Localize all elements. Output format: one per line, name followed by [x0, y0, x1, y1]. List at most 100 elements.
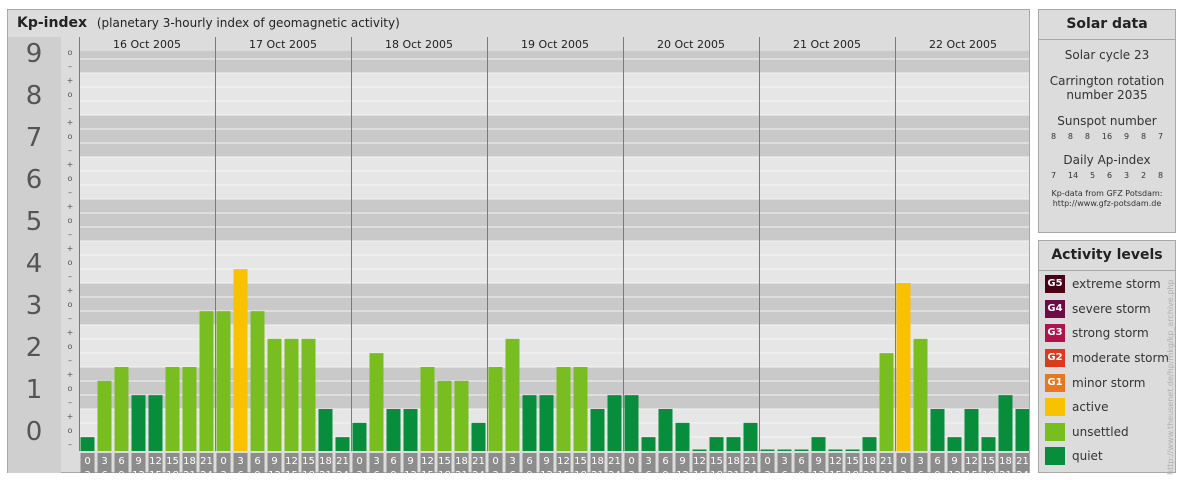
y-sub-mark: o [68, 132, 73, 141]
y-sub-mark: o [68, 90, 73, 99]
hour-start-label: 6 [390, 456, 396, 467]
hour-start-label: 9 [135, 456, 141, 467]
hour-start-label: 15 [574, 456, 587, 467]
kp-bar [369, 353, 384, 451]
hour-end-label: 3 [220, 470, 226, 473]
chart-title: Kp-index [17, 15, 87, 31]
hour-end-label: 6 [509, 470, 515, 473]
y-tick-label: 2 [26, 333, 43, 363]
sunspot-value: 8 [1050, 132, 1057, 141]
kp-bar [930, 409, 945, 451]
kp-bar [896, 283, 911, 451]
y-tick-label: 1 [26, 375, 43, 405]
kp-bar [981, 437, 996, 451]
hour-end-label: 24 [200, 470, 213, 473]
sunspot-value: 8 [1084, 132, 1090, 141]
kp-bar [760, 449, 775, 451]
hour-start-label: 12 [557, 456, 570, 467]
y-tick-label: 6 [26, 165, 43, 195]
hour-start-label: 0 [492, 456, 498, 467]
sunspot-label: Sunspot number [1057, 114, 1157, 128]
y-sub-mark: – [68, 146, 72, 155]
hour-start-label: 15 [166, 456, 179, 467]
hour-start-label: 0 [900, 456, 906, 467]
kp-bar [284, 338, 299, 451]
hour-end-label: 15 [829, 470, 842, 473]
hour-end-label: 21 [455, 470, 468, 473]
y-sub-mark: + [67, 118, 74, 127]
hour-start-label: 0 [764, 456, 770, 467]
kp-bar [1015, 409, 1029, 451]
hour-start-label: 12 [149, 456, 162, 467]
activity-level-item: G4 severe storm [1039, 297, 1175, 322]
credit-line-1: Kp-data from GFZ Potsdam: [1051, 189, 1163, 198]
kp-bar [267, 338, 282, 451]
band-level-8 [79, 73, 1029, 115]
hour-start-label: 3 [781, 456, 787, 467]
hour-end-label: 12 [812, 470, 825, 473]
kp-bar [845, 449, 860, 451]
hour-end-label: 18 [846, 470, 859, 473]
ap-value: 2 [1140, 171, 1147, 180]
kp-bar [182, 367, 197, 451]
ap-value: 5 [1090, 171, 1096, 180]
activity-level-label: moderate storm [1072, 351, 1169, 366]
hour-end-label: 15 [285, 470, 298, 473]
hour-start-label: 6 [118, 456, 124, 467]
y-tick-label: 3 [26, 291, 43, 321]
hour-end-label: 21 [591, 470, 604, 473]
band-level-9 [79, 51, 1029, 73]
hour-start-label: 12 [965, 456, 978, 467]
hour-start-label: 21 [200, 456, 213, 467]
hour-start-label: 3 [237, 456, 243, 467]
activity-color-swatch: G3 [1045, 324, 1065, 343]
kp-bar [386, 409, 401, 451]
hour-start-label: 12 [421, 456, 434, 467]
y-sub-mark: – [68, 230, 72, 239]
activity-level-label: quiet [1072, 449, 1103, 464]
activity-level-item: quiet [1039, 444, 1175, 469]
hour-end-label: 21 [999, 470, 1012, 473]
hour-end-label: 9 [390, 470, 396, 473]
activity-color-swatch: G5 [1045, 275, 1065, 294]
hour-end-label: 12 [948, 470, 961, 473]
hour-end-label: 12 [132, 470, 145, 473]
kp-bar [624, 395, 639, 451]
hour-end-label: 9 [526, 470, 532, 473]
y-sub-mark: o [68, 426, 73, 435]
kp-bar [947, 437, 962, 451]
hour-end-label: 21 [183, 470, 196, 473]
band-level-7 [79, 115, 1029, 157]
activity-color-swatch: G4 [1045, 299, 1065, 318]
kp-bar [454, 380, 469, 451]
hour-start-label: 3 [101, 456, 107, 467]
hour-start-label: 21 [472, 456, 485, 467]
hour-end-label: 24 [608, 470, 621, 473]
y-sub-mark: – [68, 272, 72, 281]
hour-start-label: 12 [693, 456, 706, 467]
activity-color-swatch: G1 [1045, 373, 1065, 392]
y-sub-mark: o [68, 174, 73, 183]
kp-bar [964, 409, 979, 451]
y-sub-mark: o [68, 384, 73, 393]
kp-bar [233, 269, 248, 451]
ap-value: 7 [1050, 171, 1057, 180]
y-sub-mark: o [68, 258, 73, 267]
kp-bar [590, 409, 605, 451]
date-label: 18 Oct 2005 [385, 38, 453, 51]
hour-start-label: 15 [846, 456, 859, 467]
carrington-line-2: number 2035 [1066, 88, 1148, 102]
kp-bar [998, 395, 1013, 451]
y-sub-mark: + [67, 328, 74, 337]
y-tick-label: 7 [26, 123, 43, 153]
y-tick-label: 8 [26, 81, 43, 111]
band-level-5 [79, 199, 1029, 241]
hour-end-label: 15 [421, 470, 434, 473]
date-label: 20 Oct 2005 [657, 38, 725, 51]
activity-level-item: unsettled [1039, 420, 1175, 445]
activity-level-label: strong storm [1072, 326, 1149, 341]
kp-bar [862, 437, 877, 451]
y-sub-mark: + [67, 412, 74, 421]
date-label: 19 Oct 2005 [521, 38, 589, 51]
hour-end-label: 15 [149, 470, 162, 473]
